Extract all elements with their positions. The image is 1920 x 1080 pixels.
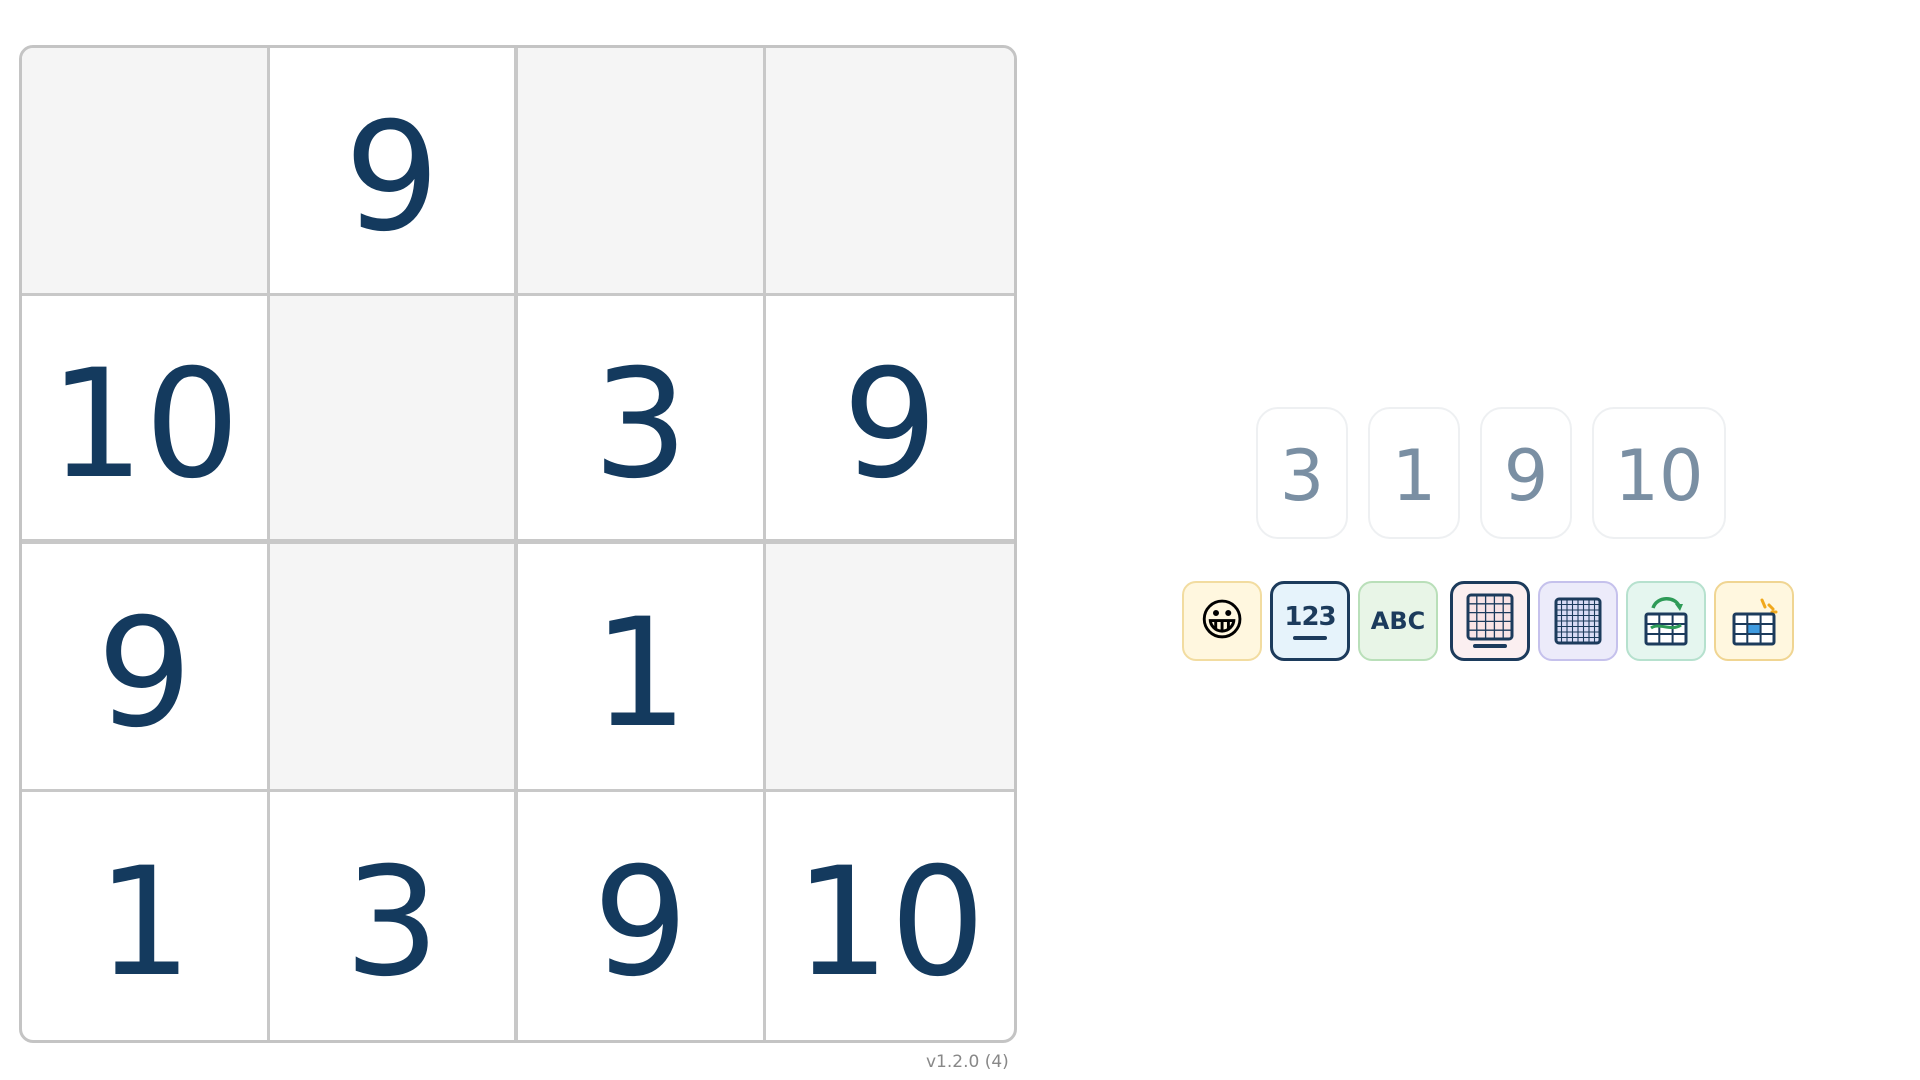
game-board: 9 10 3 9 9 1 1 3 9 10 <box>19 45 1017 1043</box>
cell-r4c4[interactable]: 10 <box>766 792 1014 1040</box>
version-label: v1.2.0 (4) <box>926 1052 1009 1072</box>
hint-button[interactable] <box>1714 581 1794 661</box>
large-grid-button[interactable] <box>1538 581 1618 661</box>
cell-r2c4[interactable]: 9 <box>766 296 1014 544</box>
cell-r3c1[interactable]: 9 <box>22 544 270 792</box>
number-chip-9[interactable]: 9 <box>1480 407 1572 539</box>
letters-mode-label: ABC <box>1371 607 1425 635</box>
letters-mode-button[interactable]: ABC <box>1358 581 1438 661</box>
cell-r3c2[interactable] <box>270 544 518 792</box>
number-chip-bar: 3 1 9 10 <box>1256 407 1726 539</box>
tool-bar: 😀 123 ABC <box>1182 581 1794 661</box>
selected-underline-icon <box>1293 636 1327 640</box>
large-grid-icon <box>1554 597 1602 645</box>
numbers-mode-text: 123 <box>1284 602 1336 632</box>
smiley-face-icon: 😀 <box>1199 595 1245 646</box>
shuffle-grid-icon <box>1644 597 1688 646</box>
cell-r1c1[interactable] <box>22 48 270 296</box>
cell-r4c1[interactable]: 1 <box>22 792 270 1040</box>
cell-r1c4[interactable] <box>766 48 1014 296</box>
emoji-mode-button[interactable]: 😀 <box>1182 581 1262 661</box>
letters-mode-text: ABC <box>1370 607 1426 635</box>
numbers-mode-button[interactable]: 123 <box>1270 581 1350 661</box>
hint-grid-icon <box>1732 598 1778 646</box>
cell-r2c3[interactable]: 3 <box>518 296 766 544</box>
small-grid-icon <box>1466 593 1514 648</box>
shuffle-button[interactable] <box>1626 581 1706 661</box>
cell-r2c2[interactable] <box>270 296 518 544</box>
number-chip-3[interactable]: 3 <box>1256 407 1348 539</box>
small-grid-button[interactable] <box>1450 581 1530 661</box>
number-chip-1[interactable]: 1 <box>1368 407 1460 539</box>
cell-r3c3[interactable]: 1 <box>518 544 766 792</box>
cell-r1c2[interactable]: 9 <box>270 48 518 296</box>
numbers-mode-label: 123 <box>1284 602 1337 640</box>
number-chip-10[interactable]: 10 <box>1592 407 1726 539</box>
cell-r2c1[interactable]: 10 <box>22 296 270 544</box>
cell-r4c2[interactable]: 3 <box>270 792 518 1040</box>
cell-r4c3[interactable]: 9 <box>518 792 766 1040</box>
cell-r1c3[interactable] <box>518 48 766 296</box>
cell-r3c4[interactable] <box>766 544 1014 792</box>
